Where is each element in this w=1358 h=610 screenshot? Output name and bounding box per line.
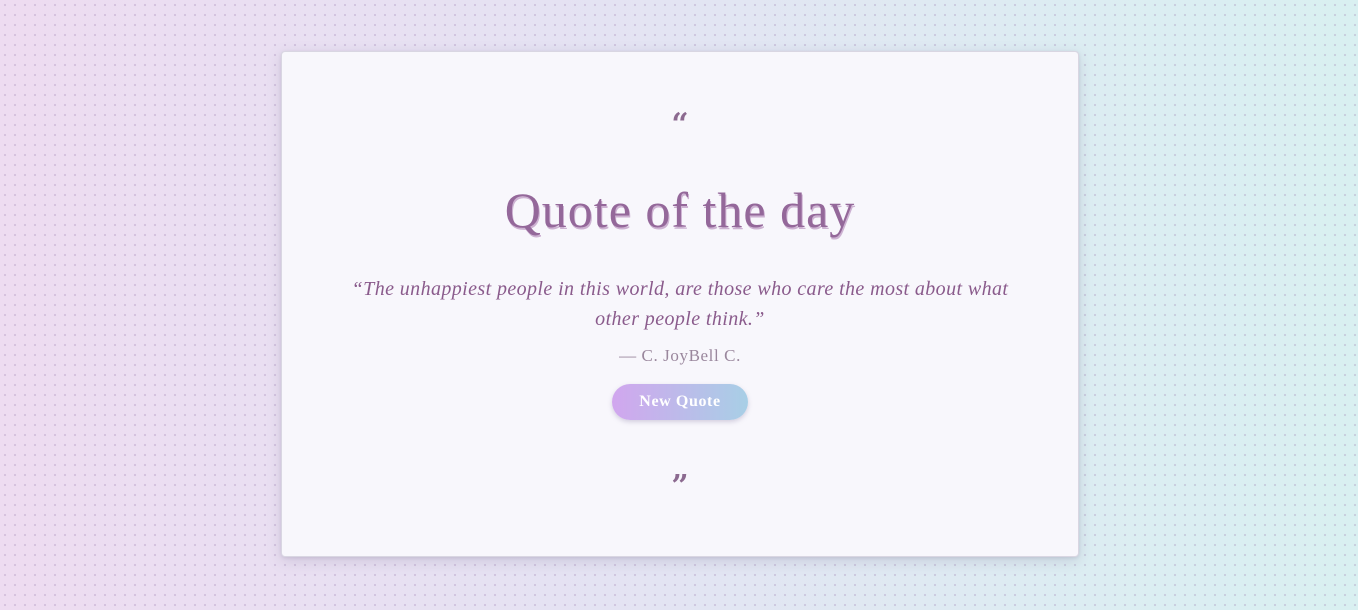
new-quote-button[interactable]: New Quote [612,384,748,420]
quote-author: — C. JoyBell C. [619,346,741,365]
open-quote-icon: “ [671,107,689,142]
close-quote-icon: ” [671,469,689,504]
page-title: Quote of the day [504,182,856,238]
quote-text: “The unhappiest people in this world, ar… [351,278,1009,330]
quote-card: “ Quote of the day “The unhappiest peopl… [281,51,1079,557]
